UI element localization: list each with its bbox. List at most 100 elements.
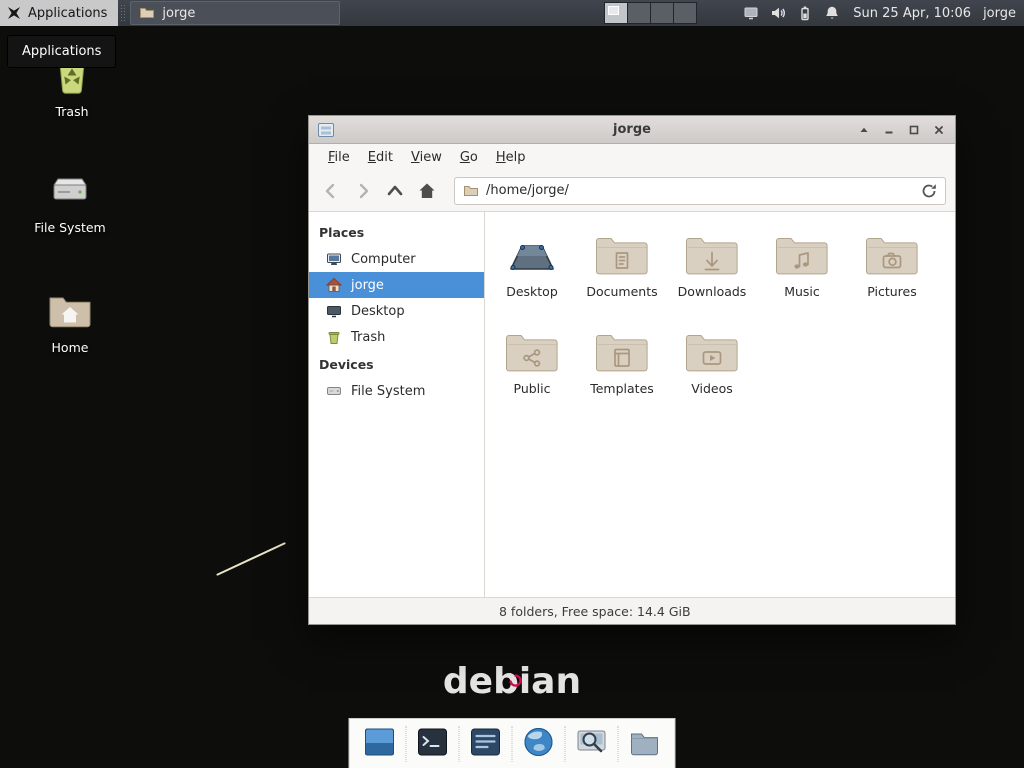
dock-separator (565, 726, 566, 762)
sidebar-item-label: File System (351, 384, 425, 399)
dock-item-app-finder[interactable] (574, 726, 610, 762)
file-item-templates[interactable]: Templates (577, 323, 667, 420)
minimize-button[interactable] (881, 122, 897, 138)
desktop-icon-home[interactable]: Home (22, 286, 118, 355)
taskbar-window-button[interactable]: jorge (130, 1, 340, 25)
sidebar-item-file-system[interactable]: File System (309, 378, 484, 404)
web-browser-icon (522, 725, 556, 763)
home-button[interactable] (414, 178, 440, 204)
sidebar-item-label: Desktop (351, 304, 405, 319)
applications-menu-label: Applications (28, 6, 107, 21)
window-body: PlacesComputer jorge Desktop Trash Devices Fi… (309, 212, 955, 597)
battery-icon[interactable] (797, 5, 813, 21)
file-item-downloads[interactable]: Downloads (667, 226, 757, 323)
path-input[interactable] (486, 183, 910, 198)
menu-edit[interactable]: Edit (359, 146, 402, 169)
file-item-videos[interactable]: Videos (667, 323, 757, 420)
dock (349, 718, 676, 768)
user-menu[interactable]: jorge (983, 6, 1016, 21)
dock-separator (459, 726, 460, 762)
debian-wordmark: debian (0, 661, 1024, 702)
workspace-4[interactable] (674, 3, 696, 23)
desktop-icon-label: Home (22, 340, 118, 355)
sidebar-item-desktop[interactable]: Desktop (309, 298, 484, 324)
clock[interactable]: Sun 25 Apr, 10:06 (853, 6, 971, 21)
panel-handle (120, 4, 126, 22)
menu-view[interactable]: View (402, 146, 451, 169)
titlebar[interactable]: jorge (309, 116, 955, 144)
workspace-1[interactable] (605, 3, 628, 23)
forward-button[interactable] (350, 178, 376, 204)
desktop-icon-label: File System (22, 220, 118, 235)
computer-icon (326, 251, 342, 267)
folder-template-icon (577, 323, 667, 376)
dock-separator (512, 726, 513, 762)
file-item-desktop[interactable]: Desktop (487, 226, 577, 323)
top-panel: Applications jorge Sun 25 Apr, 10:06 jor… (0, 0, 1024, 26)
window-controls (856, 122, 947, 138)
sidebar-item-jorge[interactable]: jorge (309, 272, 484, 298)
workspace-2[interactable] (628, 3, 651, 23)
dock-item-web-browser[interactable] (521, 726, 557, 762)
workspace-window (608, 6, 619, 15)
reload-button[interactable] (917, 179, 941, 203)
display-icon[interactable] (743, 5, 759, 21)
menubar: FileEditViewGoHelp (309, 144, 955, 170)
dock-item-terminal[interactable] (415, 726, 451, 762)
dock-item-file-manager[interactable] (627, 726, 663, 762)
menu-go[interactable]: Go (451, 146, 487, 169)
file-item-documents[interactable]: Documents (577, 226, 667, 323)
up-button[interactable] (382, 178, 408, 204)
back-button[interactable] (318, 178, 344, 204)
close-button[interactable] (931, 122, 947, 138)
home-colored-icon (326, 277, 342, 293)
desktop-icon-file-system[interactable]: File System (22, 166, 118, 235)
file-manager-window: jorge FileEditViewGoHelp PlacesComputer j… (308, 115, 956, 625)
file-item-pictures[interactable]: Pictures (847, 226, 937, 323)
file-item-label: Pictures (847, 284, 937, 299)
toolbar (309, 170, 955, 212)
sidebar: PlacesComputer jorge Desktop Trash Devices Fi… (309, 212, 485, 597)
notifications-icon[interactable] (824, 5, 840, 21)
folder-music-icon (757, 226, 847, 279)
dock-item-show-desktop[interactable] (362, 726, 398, 762)
file-item-label: Templates (577, 381, 667, 396)
folder-icon (139, 5, 155, 21)
system-tray (743, 5, 840, 21)
debian-swirl-icon (509, 655, 522, 696)
dock-separator (406, 726, 407, 762)
sidebar-header-devices: Devices (309, 350, 484, 378)
sidebar-item-label: jorge (351, 278, 384, 293)
statusbar: 8 folders, Free space: 14.4 GiB (309, 597, 955, 624)
file-item-label: Music (757, 284, 847, 299)
sidebar-item-trash[interactable]: Trash (309, 324, 484, 350)
volume-icon[interactable] (770, 5, 786, 21)
file-item-music[interactable]: Music (757, 226, 847, 323)
folder-documents-icon (577, 226, 667, 279)
files-grid: DesktopDocumentsDownloadsMusicPictures Pu… (485, 212, 955, 597)
sidebar-header-places: Places (309, 218, 484, 246)
folder-video-icon (667, 323, 757, 376)
sidebar-item-label: Trash (351, 330, 385, 345)
show-desktop-icon (363, 725, 397, 763)
file-item-label: Desktop (487, 284, 577, 299)
maximize-button[interactable] (906, 122, 922, 138)
drive-icon (326, 383, 342, 399)
menu-help[interactable]: Help (487, 146, 535, 169)
path-bar (454, 177, 946, 205)
file-item-public[interactable]: Public (487, 323, 577, 420)
shade-button[interactable] (856, 122, 872, 138)
file-item-label: Public (487, 381, 577, 396)
menu-file[interactable]: File (319, 146, 359, 169)
desktop-icon (326, 303, 342, 319)
workspace-3[interactable] (651, 3, 674, 23)
dock-item-text-editor[interactable] (468, 726, 504, 762)
folder-share-icon (487, 323, 577, 376)
text-editor-icon (469, 725, 503, 763)
sidebar-item-computer[interactable]: Computer (309, 246, 484, 272)
file-item-label: Downloads (667, 284, 757, 299)
file-manager-icon (628, 725, 662, 763)
applications-menu-button[interactable]: Applications (0, 0, 118, 26)
xfce-menu-icon (6, 5, 22, 21)
folder-icon (463, 183, 479, 199)
